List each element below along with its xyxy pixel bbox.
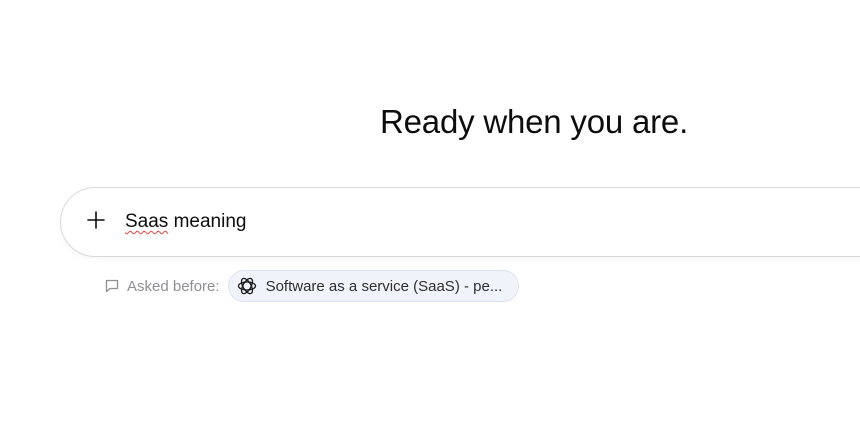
page-headline: Ready when you are.	[380, 103, 689, 140]
asked-before-label: Asked before:	[127, 277, 220, 295]
previous-conversation-title: Software as a service (SaaS) - pe...	[265, 277, 503, 295]
chatgpt-logo-icon	[236, 275, 258, 297]
plus-icon	[86, 210, 106, 235]
prompt-input-text: meaning	[168, 211, 247, 232]
previous-conversation-chip[interactable]: Software as a service (SaaS) - pe...	[227, 270, 520, 302]
asked-before-row: Asked before: Software as a service (Saa…	[103, 270, 520, 302]
prompt-input[interactable]: Saas meaning	[125, 211, 246, 233]
chat-home-page: Ready when you are. Saas meaning Asked b…	[0, 0, 860, 443]
prompt-input-misspelled-word: Saas	[125, 211, 169, 232]
prompt-composer[interactable]: Saas meaning	[60, 187, 860, 257]
chat-bubble-icon	[103, 278, 120, 295]
add-attachment-button[interactable]	[79, 205, 113, 239]
